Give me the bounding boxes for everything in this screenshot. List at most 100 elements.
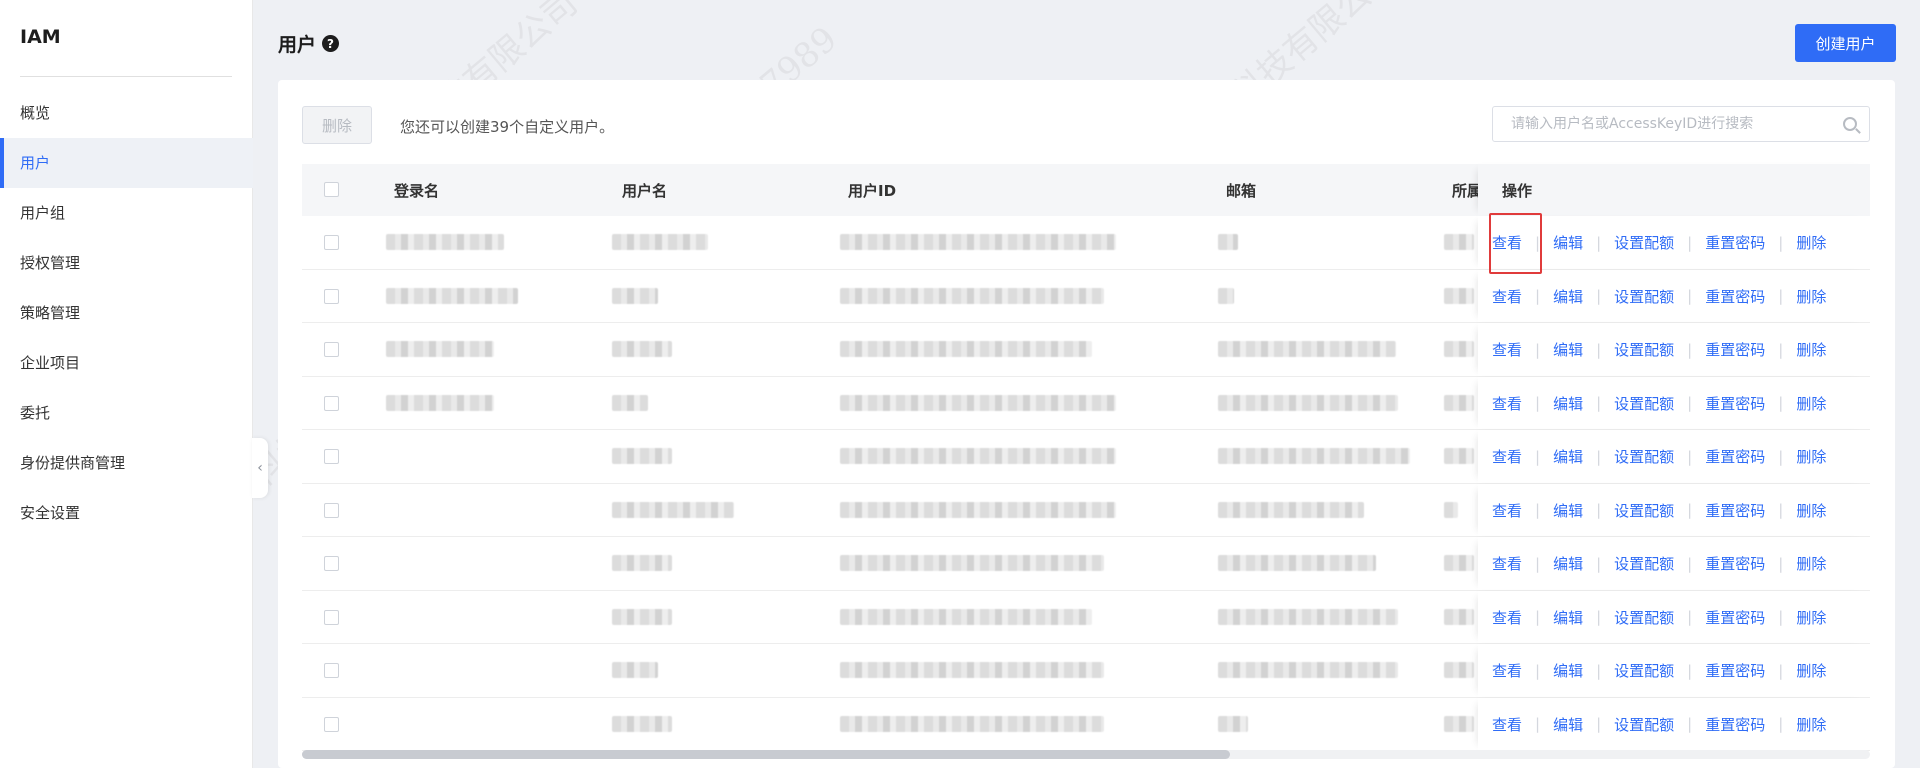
reset-password-link[interactable]: 重置密码 [1705, 553, 1765, 574]
column-header-email[interactable]: 邮箱 [1226, 180, 1256, 201]
separator: | [1778, 661, 1784, 680]
row-checkbox[interactable] [324, 663, 339, 678]
set-quota-link[interactable]: 设置配额 [1614, 393, 1674, 414]
delete-link[interactable]: 删除 [1796, 286, 1826, 307]
edit-link[interactable]: 编辑 [1553, 393, 1583, 414]
edit-link[interactable]: 编辑 [1553, 500, 1583, 521]
delete-link[interactable]: 删除 [1796, 232, 1826, 253]
set-quota-link[interactable]: 设置配额 [1614, 446, 1674, 467]
sidebar-item-agencies[interactable]: 委托 [0, 388, 253, 438]
search-icon[interactable] [1843, 117, 1857, 131]
row-checkbox[interactable] [324, 395, 339, 411]
row-actions: 查看 | 编辑 | 设置配额 | 重置密码 | 删除 [1492, 537, 1826, 590]
reset-password-link[interactable]: 重置密码 [1705, 660, 1765, 681]
reset-password-link[interactable]: 重置密码 [1705, 446, 1765, 467]
reset-password-link[interactable]: 重置密码 [1705, 393, 1765, 414]
column-header-user-id[interactable]: 用户ID [848, 180, 896, 201]
separator: | [1687, 715, 1693, 733]
view-link[interactable]: 查看 [1492, 607, 1522, 628]
view-link[interactable]: 查看 [1492, 660, 1522, 681]
row-checkbox[interactable] [324, 342, 339, 357]
sidebar-collapse-button[interactable]: ‹ [252, 438, 268, 498]
redacted-email [1218, 394, 1398, 411]
sidebar-item-identity-providers[interactable]: 身份提供商管理 [0, 438, 253, 488]
row-checkbox[interactable] [324, 716, 339, 732]
edit-link[interactable]: 编辑 [1553, 286, 1583, 307]
delete-link[interactable]: 删除 [1796, 553, 1826, 574]
view-link[interactable]: 查看 [1492, 446, 1522, 467]
view-link[interactable]: 查看 [1492, 232, 1522, 253]
sidebar-item-enterprise-projects[interactable]: 企业项目 [0, 338, 253, 388]
reset-password-link[interactable]: 重置密码 [1705, 714, 1765, 735]
row-checkbox[interactable] [324, 556, 339, 571]
delete-link[interactable]: 删除 [1796, 500, 1826, 521]
horizontal-scrollbar[interactable] [302, 750, 1870, 759]
set-quota-link[interactable]: 设置配额 [1614, 232, 1674, 253]
view-link[interactable]: 查看 [1492, 500, 1522, 521]
set-quota-link[interactable]: 设置配额 [1614, 339, 1674, 360]
table-header: 登录名 用户名 用户ID 邮箱 所属 操作 [302, 164, 1870, 216]
column-header-login-name[interactable]: 登录名 [394, 180, 439, 201]
separator: | [1535, 287, 1541, 305]
delete-link[interactable]: 删除 [1796, 607, 1826, 628]
edit-link[interactable]: 编辑 [1553, 607, 1583, 628]
select-all-checkbox[interactable] [324, 182, 339, 197]
edit-link[interactable]: 编辑 [1553, 714, 1583, 735]
sidebar-nav: 概览 用户 用户组 授权管理 策略管理 企业项目 委托 身份提供商管理 安全设置 [0, 88, 253, 538]
reset-password-link[interactable]: 重置密码 [1705, 232, 1765, 253]
chevron-left-icon: ‹ [257, 460, 263, 476]
set-quota-link[interactable]: 设置配额 [1614, 500, 1674, 521]
separator: | [1596, 501, 1602, 519]
help-icon[interactable]: ? [322, 35, 340, 52]
separator: | [1535, 447, 1541, 466]
sidebar-item-users[interactable]: 用户 [0, 138, 253, 188]
row-actions: 查看 | 编辑 | 设置配额 | 重置密码 | 删除 [1492, 270, 1826, 323]
redacted-email [1218, 555, 1376, 571]
view-link[interactable]: 查看 [1492, 714, 1522, 735]
set-quota-link[interactable]: 设置配额 [1614, 660, 1674, 681]
view-link[interactable]: 查看 [1492, 339, 1522, 360]
delete-link[interactable]: 删除 [1796, 660, 1826, 681]
redacted-login-name [386, 394, 494, 411]
row-checkbox[interactable] [324, 235, 339, 250]
row-checkbox[interactable] [324, 288, 339, 304]
sidebar-item-authorization[interactable]: 授权管理 [0, 238, 253, 288]
sidebar-item-user-groups[interactable]: 用户组 [0, 188, 253, 238]
edit-link[interactable]: 编辑 [1553, 660, 1583, 681]
row-actions: 查看 | 编辑 | 设置配额 | 重置密码 | 删除 [1492, 377, 1826, 430]
table-row: 查看 | 编辑 | 设置配额 | 重置密码 | 删除 [302, 376, 1870, 430]
reset-password-link[interactable]: 重置密码 [1705, 500, 1765, 521]
edit-link[interactable]: 编辑 [1553, 553, 1583, 574]
edit-link[interactable]: 编辑 [1553, 232, 1583, 253]
reset-password-link[interactable]: 重置密码 [1705, 286, 1765, 307]
reset-password-link[interactable]: 重置密码 [1705, 339, 1765, 360]
view-link[interactable]: 查看 [1492, 553, 1522, 574]
horizontal-scrollbar-thumb[interactable] [302, 750, 1230, 759]
row-checkbox[interactable] [324, 609, 339, 625]
separator: | [1596, 554, 1602, 573]
delete-link[interactable]: 删除 [1796, 339, 1826, 360]
reset-password-link[interactable]: 重置密码 [1705, 607, 1765, 628]
sidebar-item-policies[interactable]: 策略管理 [0, 288, 253, 338]
create-user-button[interactable]: 创建用户 [1795, 24, 1896, 62]
delete-link[interactable]: 删除 [1796, 446, 1826, 467]
edit-link[interactable]: 编辑 [1553, 446, 1583, 467]
row-checkbox[interactable] [324, 502, 339, 518]
set-quota-link[interactable]: 设置配额 [1614, 607, 1674, 628]
search-input[interactable] [1493, 107, 1869, 141]
bulk-delete-button[interactable]: 删除 [302, 106, 372, 144]
delete-link[interactable]: 删除 [1796, 393, 1826, 414]
set-quota-link[interactable]: 设置配额 [1614, 553, 1674, 574]
separator: | [1687, 340, 1693, 359]
view-link[interactable]: 查看 [1492, 393, 1522, 414]
set-quota-link[interactable]: 设置配额 [1614, 714, 1674, 735]
edit-link[interactable]: 编辑 [1553, 339, 1583, 360]
view-link[interactable]: 查看 [1492, 286, 1522, 307]
delete-link[interactable]: 删除 [1796, 714, 1826, 735]
column-header-username[interactable]: 用户名 [622, 180, 667, 201]
row-checkbox[interactable] [324, 449, 339, 464]
redacted-username [612, 394, 648, 411]
sidebar-item-overview[interactable]: 概览 [0, 88, 253, 138]
set-quota-link[interactable]: 设置配额 [1614, 286, 1674, 307]
sidebar-item-security-settings[interactable]: 安全设置 [0, 488, 253, 538]
